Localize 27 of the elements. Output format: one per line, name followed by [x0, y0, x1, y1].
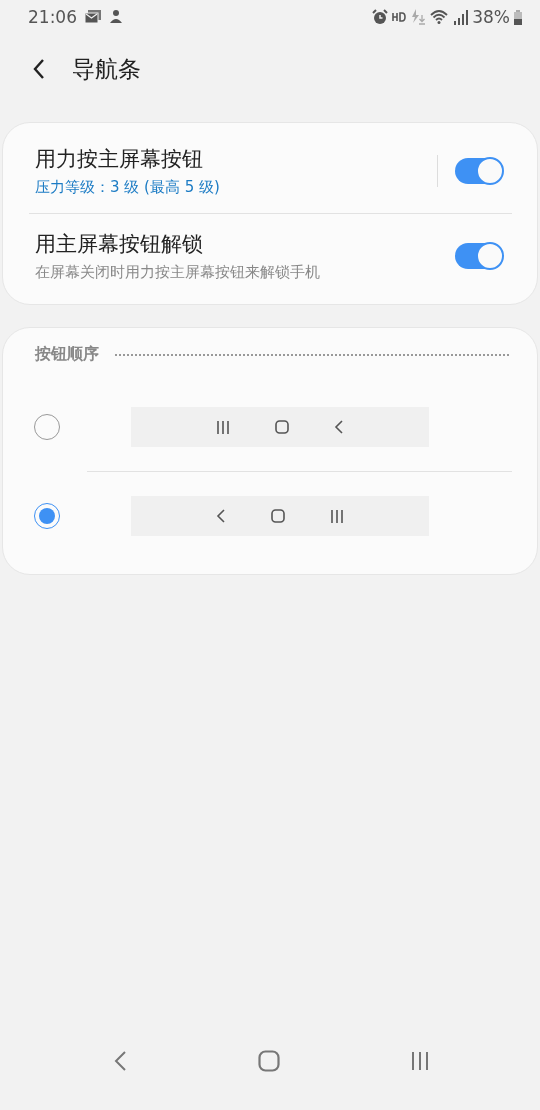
page-title: 导航条 — [72, 54, 141, 84]
status-time: 21:06 — [28, 7, 77, 27]
charging-icon — [410, 9, 427, 25]
recents-icon — [330, 509, 344, 523]
back-icon — [32, 58, 46, 80]
setting-title[interactable]: 用力按主屏幕按钮 — [35, 145, 437, 173]
hd-icon — [392, 12, 407, 22]
setting-description: 压力等级：3 级 (最高 5 级) — [35, 178, 221, 197]
toggle-switch[interactable] — [455, 158, 503, 184]
section-heading: 按钮顺序 — [35, 344, 99, 365]
mail-icon — [85, 10, 101, 24]
setting-description: 在屏幕关闭时用力按主屏幕按钮来解锁手机 — [35, 263, 321, 282]
wifi-icon — [430, 9, 449, 25]
signal-icon — [452, 9, 469, 25]
toggle-switch[interactable] — [455, 243, 503, 269]
battery-percent: 38% — [472, 7, 510, 27]
setting-title[interactable]: 用主屏幕按钮解锁 — [35, 230, 455, 258]
home-icon — [271, 509, 285, 523]
battery-icon — [514, 9, 522, 25]
home-icon — [275, 420, 289, 434]
home-icon[interactable] — [257, 1050, 280, 1072]
recents-icon[interactable] — [410, 1051, 430, 1071]
back-icon — [216, 509, 226, 523]
recents-icon — [216, 420, 230, 434]
back-icon[interactable] — [113, 1050, 127, 1072]
alarm-icon — [372, 9, 389, 25]
back-icon — [334, 420, 344, 434]
